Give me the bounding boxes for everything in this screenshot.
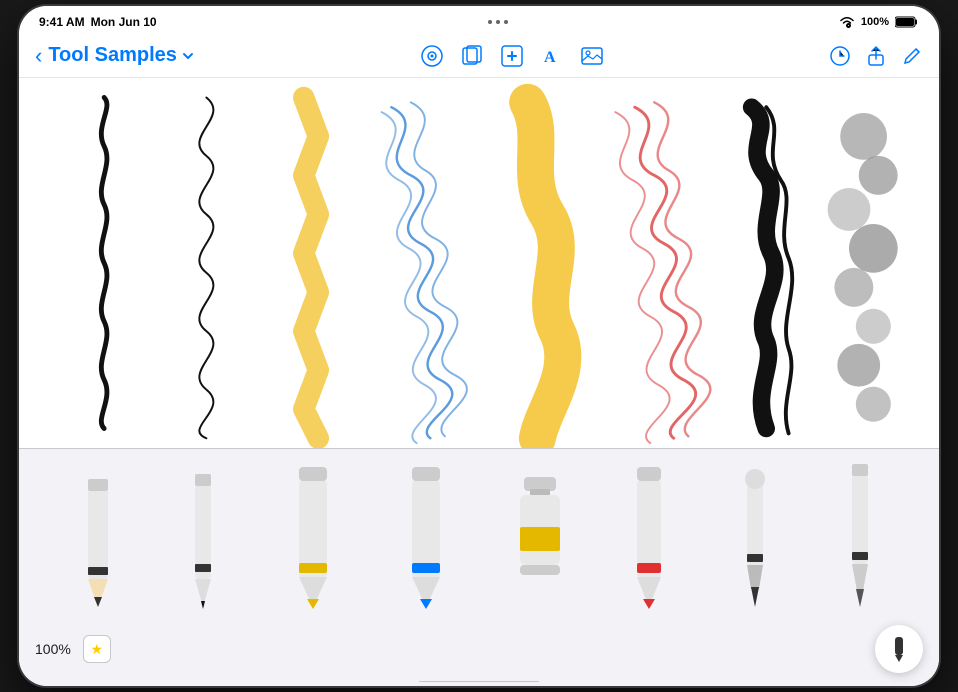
back-button[interactable]: ‹	[35, 43, 42, 69]
current-tool-indicator[interactable]	[875, 625, 923, 673]
toolbar-left: ‹ Tool Samples	[35, 43, 195, 69]
svg-text:A: A	[544, 49, 556, 66]
document-title[interactable]: Tool Samples	[48, 44, 195, 67]
edit-icon[interactable]	[901, 45, 923, 67]
brush-svg	[834, 459, 886, 609]
calligraphy-svg	[729, 459, 781, 609]
dot3	[504, 20, 508, 24]
tools-panel: 100% ★	[19, 448, 939, 686]
stroke-crayon	[615, 102, 710, 443]
tool-pencil[interactable]	[72, 459, 124, 609]
stroke-ribbon	[304, 97, 319, 438]
pencil-svg	[72, 459, 124, 609]
share-icon[interactable]	[865, 45, 887, 67]
canvas-svg	[19, 78, 939, 448]
status-left: 9:41 AM Mon Jun 10	[39, 15, 157, 29]
insert-icon[interactable]	[500, 44, 524, 68]
tool-crayon[interactable]	[623, 459, 675, 609]
current-pen-icon	[888, 635, 910, 663]
tool-fineliner[interactable]	[177, 459, 229, 609]
stroke-squiggle	[101, 97, 107, 428]
status-bar: 9:41 AM Mon Jun 10 100%	[19, 6, 939, 34]
ipad-screen: 9:41 AM Mon Jun 10 100%	[19, 6, 939, 686]
toolbar-right	[829, 45, 923, 67]
image-icon[interactable]	[580, 44, 604, 68]
tool-marker-yellow[interactable]	[283, 459, 343, 609]
dot2	[496, 20, 500, 24]
crayon-svg	[623, 459, 675, 609]
stroke-scribble	[382, 102, 467, 443]
marker-blue-svg	[396, 459, 456, 609]
favorites-button[interactable]: ★	[83, 635, 111, 663]
canvas-area[interactable]	[19, 78, 939, 448]
wifi-icon	[839, 16, 855, 28]
tool-paint[interactable]	[510, 459, 570, 609]
current-tool-container	[875, 625, 923, 673]
bottom-bar: 100% ★	[19, 619, 939, 681]
pages-icon[interactable]	[460, 44, 484, 68]
battery-icon	[895, 16, 919, 28]
tools-row	[19, 449, 939, 619]
stroke-ink-blot	[828, 113, 898, 422]
fineliner-svg	[177, 459, 229, 609]
home-indicator	[419, 681, 539, 682]
tool-marker-blue[interactable]	[396, 459, 456, 609]
stroke-blob	[528, 102, 563, 438]
dot1	[488, 20, 492, 24]
stroke-calligraphy	[752, 107, 793, 433]
status-right: 100%	[839, 16, 919, 28]
stroke-loops	[199, 97, 213, 438]
date: Mon Jun 10	[91, 15, 157, 29]
toolbar: ‹ Tool Samples	[19, 34, 939, 78]
paint-svg	[510, 459, 570, 609]
history-icon[interactable]	[829, 45, 851, 67]
annotate-tool-icon[interactable]	[420, 44, 444, 68]
tool-brush[interactable]	[834, 459, 886, 609]
battery-label: 100%	[861, 16, 889, 28]
zoom-level: 100%	[35, 641, 71, 657]
toolbar-center: A	[420, 44, 604, 68]
star-icon: ★	[91, 641, 104, 658]
ipad-frame: 9:41 AM Mon Jun 10 100%	[19, 6, 939, 686]
status-center	[488, 20, 508, 24]
text-format-icon[interactable]: A	[540, 44, 564, 68]
dropdown-icon	[181, 49, 195, 63]
time: 9:41 AM	[39, 15, 85, 29]
title-text: Tool Samples	[48, 44, 177, 67]
marker-yellow-svg	[283, 459, 343, 609]
tool-calligraphy[interactable]	[729, 459, 781, 609]
